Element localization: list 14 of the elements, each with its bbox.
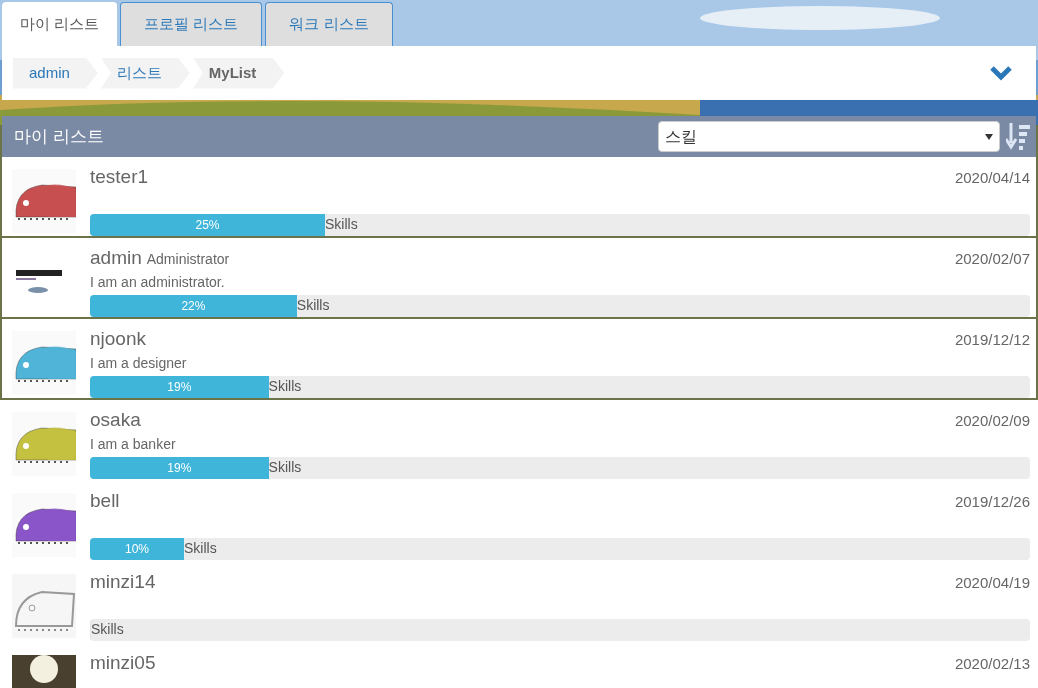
progress-fill: 19% — [90, 456, 269, 479]
date: 2020/02/09 — [954, 411, 1030, 431]
progress-label: Skills — [91, 620, 124, 639]
date: 2020/02/13 — [954, 654, 1030, 674]
user-name[interactable]: minzi05 — [90, 649, 156, 678]
progress-label: Skills — [184, 539, 217, 558]
progress-label: Skills — [268, 458, 302, 477]
user-name[interactable]: minzi14 — [90, 568, 156, 597]
date: 2020/04/19 — [954, 573, 1030, 593]
user-name[interactable]: osaka — [90, 406, 141, 435]
date: 2019/12/26 — [954, 492, 1030, 512]
user-name[interactable]: bell — [90, 487, 120, 516]
progress-fill: 10% — [90, 537, 184, 560]
user-description: I am a banker — [90, 434, 176, 454]
